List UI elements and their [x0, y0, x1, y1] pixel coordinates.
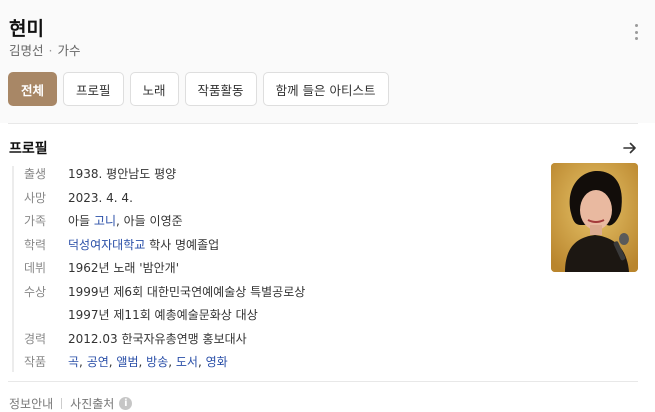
profile-rule — [12, 166, 14, 372]
tab-related-artists[interactable]: 함께 들은 아티스트 — [262, 72, 389, 106]
row-value: 곡, 공연, 앨범, 방송, 도서, 영화 — [68, 351, 228, 375]
award-item: 1997년 제11회 예총예술문화상 대상 — [68, 308, 258, 322]
row-label: 학력 — [24, 237, 47, 252]
page-title: 현미 — [9, 18, 44, 40]
profile-row-awards: 수상 1999년 제6회 대한민국연예예술상 특별공로상 1997년 제11회 … — [24, 281, 544, 328]
subtitle: 김명선 · 가수 — [9, 42, 81, 60]
profile-list: 출생 1938. 평안남도 평양 사망 2023. 4. 4. 가족 아들 고니… — [24, 163, 544, 375]
row-label: 가족 — [24, 214, 47, 228]
works-link-broadcasts[interactable]: 방송 — [146, 355, 168, 369]
works-link-albums[interactable]: 앨범 — [116, 355, 138, 369]
tab-works[interactable]: 작품활동 — [184, 72, 257, 106]
row-value: 1938. 평안남도 평양 — [68, 167, 177, 181]
profile-row-education: 학력 덕성여자대학교 학사 명예졸업 — [24, 234, 544, 258]
family-link-goni[interactable]: 고니 — [94, 214, 116, 228]
row-value: 1999년 제6회 대한민국연예예술상 특별공로상 1997년 제11회 예총예… — [68, 281, 305, 328]
row-value: 덕성여자대학교 학사 명예졸업 — [68, 234, 219, 258]
real-name: 김명선 — [9, 43, 44, 58]
family-prefix: 아들 — [68, 214, 91, 228]
portrait-image — [551, 163, 638, 272]
row-label: 작품 — [24, 355, 47, 369]
family-rest: , 아들 이영준 — [116, 214, 183, 228]
subtitle-separator: · — [48, 43, 53, 58]
education-rest: 학사 명예졸업 — [145, 237, 220, 252]
row-value: 2023. 4. 4. — [68, 190, 133, 205]
photo-source-link[interactable]: 사진출처 — [70, 395, 114, 412]
works-link-books[interactable]: 도서 — [176, 355, 198, 369]
row-value: 1962년 노래 '밤안개' — [68, 261, 180, 275]
works-link-songs[interactable]: 곡 — [68, 355, 79, 369]
works-separator: , — [168, 355, 176, 369]
works-link-performances[interactable]: 공연 — [87, 355, 109, 369]
row-value: 아들 고니, 아들 이영준 — [68, 210, 183, 234]
row-label: 사망 — [24, 190, 47, 205]
info-link[interactable]: 정보안내 — [9, 395, 53, 412]
profile-row-works: 작품 곡, 공연, 앨범, 방송, 도서, 영화 — [24, 351, 544, 375]
row-label: 데뷔 — [24, 261, 47, 275]
works-link-movies[interactable]: 영화 — [206, 355, 228, 369]
education-link[interactable]: 덕성여자대학교 — [68, 238, 145, 252]
profile-row-family: 가족 아들 고니, 아들 이영준 — [24, 210, 544, 234]
arrow-right-icon[interactable] — [622, 140, 638, 156]
divider — [8, 123, 638, 124]
row-label: 수상 — [24, 284, 47, 299]
award-item: 1999년 제6회 대한민국연예예술상 특별공로상 — [68, 284, 306, 299]
more-vertical-icon[interactable] — [630, 24, 642, 40]
info-icon[interactable]: i — [119, 397, 133, 410]
profile-row-birth: 출생 1938. 평안남도 평양 — [24, 163, 544, 187]
profile-row-death: 사망 2023. 4. 4. — [24, 187, 544, 211]
profile-row-debut: 데뷔 1962년 노래 '밤안개' — [24, 257, 544, 281]
works-separator: , — [197, 355, 206, 369]
works-separator: , — [79, 355, 87, 369]
occupation: 가수 — [57, 43, 81, 58]
footer: 정보안내 사진출처 i — [9, 395, 133, 412]
tab-songs[interactable]: 노래 — [129, 72, 179, 106]
tab-bar: 전체 프로필 노래 작품활동 함께 들은 아티스트 — [8, 72, 389, 108]
row-label: 경력 — [24, 331, 47, 346]
row-label: 출생 — [24, 167, 47, 181]
footer-separator — [61, 398, 63, 409]
tab-all[interactable]: 전체 — [8, 72, 58, 106]
divider — [8, 381, 638, 382]
profile-row-career: 경력 2012.03 한국자유총연맹 홍보대사 — [24, 328, 544, 352]
tab-profile[interactable]: 프로필 — [63, 72, 124, 106]
profile-photo[interactable] — [551, 163, 638, 272]
works-separator: , — [138, 355, 147, 369]
row-value: 2012.03 한국자유총연맹 홍보대사 — [68, 331, 247, 346]
section-title-profile[interactable]: 프로필 — [9, 138, 48, 160]
